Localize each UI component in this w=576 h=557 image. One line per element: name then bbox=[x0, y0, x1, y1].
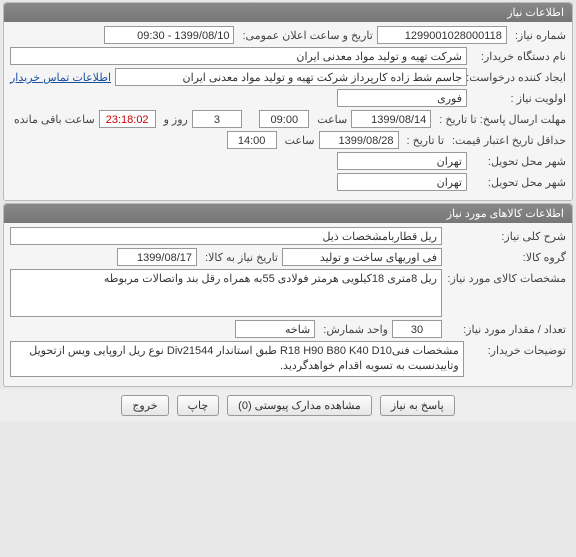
buyer-notes-value: مشخصات فنیR18 H90 B80 K40 D10 طبق استاند… bbox=[10, 341, 464, 377]
unit-label: واحد شمارش: bbox=[319, 323, 388, 336]
buyer-value: شرکت تهیه و تولید مواد معدنی ایران bbox=[10, 47, 467, 65]
action-bar: پاسخ به نیاز مشاهده مدارک پیوستی (0) چاپ… bbox=[0, 389, 576, 422]
priority-label: اولویت نیاز : bbox=[471, 92, 566, 105]
priority-value: فوری bbox=[337, 89, 467, 107]
buyer-label: نام دستگاه خریدار: bbox=[471, 50, 566, 63]
need-date-value: 1399/08/17 bbox=[117, 248, 197, 266]
unit-value: شاخه bbox=[235, 320, 315, 338]
item-spec-value: ریل 8متری 18کیلویی هرمتر فولادی 55به همر… bbox=[10, 269, 442, 317]
print-button[interactable]: چاپ bbox=[177, 395, 220, 416]
need-info-header: اطلاعات نیاز bbox=[4, 3, 572, 22]
delivery-city2-value: تهران bbox=[337, 173, 467, 191]
countdown-label: ساعت باقی مانده bbox=[10, 113, 95, 126]
public-datetime-value: 1399/08/10 - 09:30 bbox=[104, 26, 234, 44]
time-label-2: ساعت bbox=[281, 134, 315, 147]
reply-button[interactable]: پاسخ به نیاز bbox=[380, 395, 455, 416]
days-remaining-label: روز و bbox=[160, 113, 188, 126]
items-info-header: اطلاعات کالاهای مورد نیاز bbox=[4, 204, 572, 223]
group-label: گروه کالا: bbox=[446, 251, 566, 264]
qty-label: تعداد / مقدار مورد نیاز: bbox=[446, 323, 566, 336]
exit-button[interactable]: خروج bbox=[121, 395, 168, 416]
days-remaining: 3 bbox=[192, 110, 242, 128]
need-no-value: 1299001028000118 bbox=[377, 26, 507, 44]
price-validity-to-label: تا تاریخ : bbox=[403, 134, 444, 147]
time-label-1: ساعت bbox=[313, 113, 347, 126]
delivery-city-label: شهر محل تحویل: bbox=[471, 155, 566, 168]
need-info-body: شماره نیاز: 1299001028000118 تاریخ و ساع… bbox=[4, 22, 572, 200]
item-spec-label: مشخصات کالای مورد نیاز: bbox=[446, 269, 566, 285]
price-validity-date: 1399/08/28 bbox=[319, 131, 399, 149]
reply-deadline-date: 1399/08/14 bbox=[351, 110, 431, 128]
delivery-city2-label: شهر محل تحویل: bbox=[471, 176, 566, 189]
public-datetime-label: تاریخ و ساعت اعلان عمومی: bbox=[238, 29, 372, 42]
need-date-label: تاریخ نیاز به کالا: bbox=[201, 251, 278, 264]
price-validity-time: 14:00 bbox=[227, 131, 277, 149]
reply-deadline-label: مهلت ارسال پاسخ: تا تاریخ : bbox=[435, 113, 566, 126]
qty-value: 30 bbox=[392, 320, 442, 338]
buyer-contact-link[interactable]: اطلاعات تماس خریدار bbox=[10, 71, 111, 84]
countdown-timer: 23:18:02 bbox=[99, 110, 156, 128]
delivery-city-value: تهران bbox=[337, 152, 467, 170]
group-value: فی اوریهای ساخت و تولید bbox=[282, 248, 442, 266]
buyer-notes-label: توضیحات خریدار: bbox=[468, 341, 566, 357]
main-desc-value: ریل قطاربامشخصات ذیل bbox=[10, 227, 442, 245]
price-validity-label: حداقل تاریخ اعتبار قیمت: bbox=[448, 134, 566, 147]
items-info-body: شرح کلی نیاز: ریل قطاربامشخصات ذیل گروه … bbox=[4, 223, 572, 386]
need-no-label: شماره نیاز: bbox=[511, 29, 566, 42]
attachments-button[interactable]: مشاهده مدارک پیوستی (0) bbox=[227, 395, 372, 416]
requester-label: ایجاد کننده درخواست: bbox=[471, 71, 566, 84]
requester-value: جاسم شط زاده کارپرداز شرکت تهیه و تولید … bbox=[115, 68, 467, 86]
items-info-panel: اطلاعات کالاهای مورد نیاز شرح کلی نیاز: … bbox=[3, 203, 573, 387]
main-desc-label: شرح کلی نیاز: bbox=[446, 230, 566, 243]
need-info-panel: اطلاعات نیاز شماره نیاز: 129900102800011… bbox=[3, 2, 573, 201]
reply-deadline-time: 09:00 bbox=[259, 110, 309, 128]
